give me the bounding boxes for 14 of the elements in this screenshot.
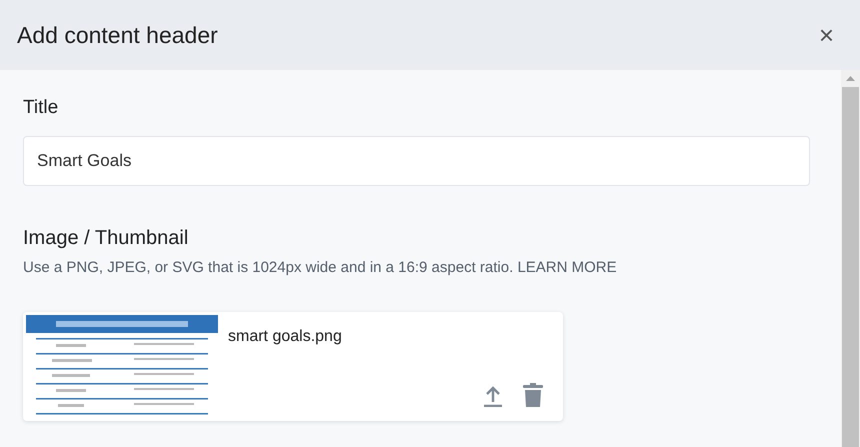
trash-icon <box>523 383 543 407</box>
field-label: Title <box>23 96 60 120</box>
hint-text: Use a PNG, JPEG, or SVG that is 1024px wide and in a 16:9 aspect ratio. LEARN MORE <box>23 258 618 278</box>
delete-button[interactable] <box>523 383 543 407</box>
upload-button[interactable] <box>483 385 503 407</box>
scroll-up-icon <box>846 76 855 81</box>
field-label: Image / Thumbnail <box>23 226 190 250</box>
upload-icon <box>483 385 503 407</box>
close-button[interactable]: × <box>818 22 834 48</box>
dialog-title: Add content header <box>17 20 218 50</box>
title-input[interactable]: Smart Goals <box>23 136 810 186</box>
scrollbar[interactable] <box>841 70 860 447</box>
file-name: smart goals.png <box>228 327 343 347</box>
learn-more-link[interactable]: LEARN MORE <box>517 258 617 276</box>
